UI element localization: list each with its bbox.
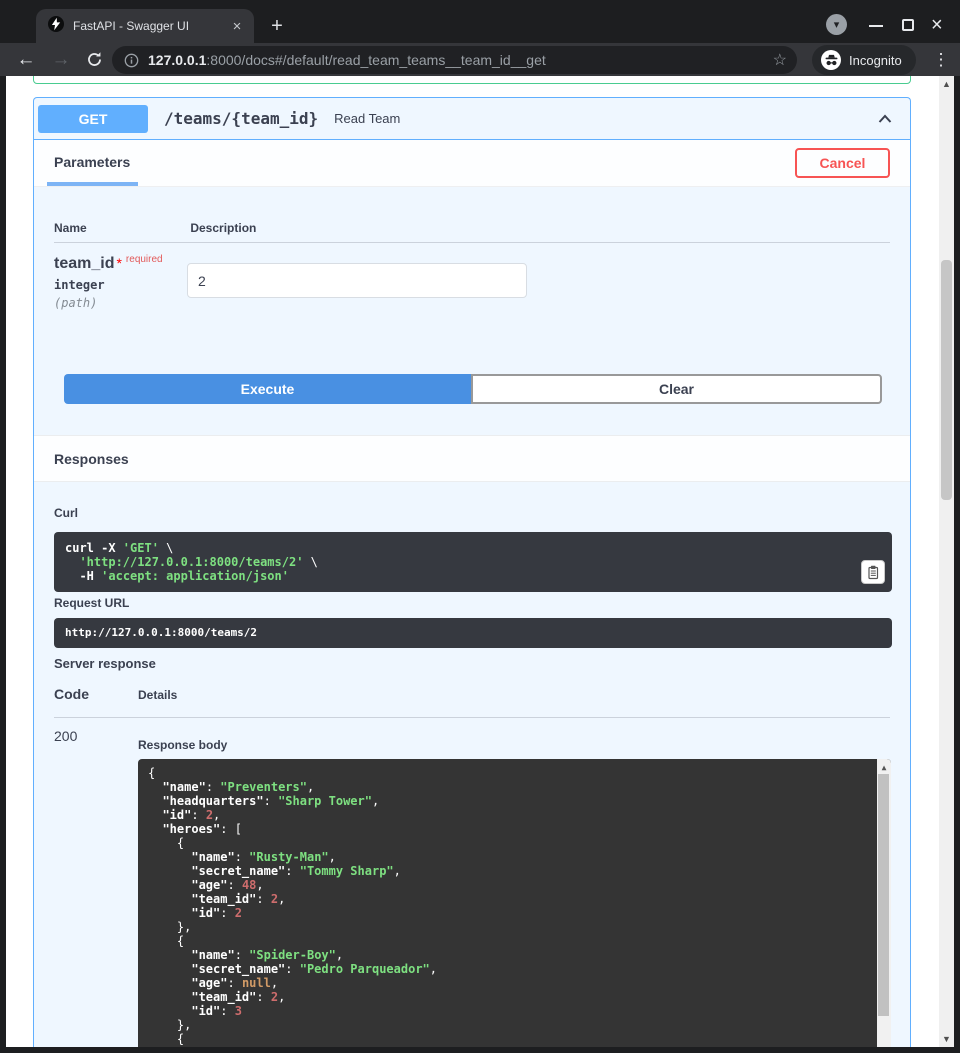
- tab-strip: FastAPI - Swagger UI × + ▾ ×: [0, 0, 960, 43]
- response-scrollbar-thumb[interactable]: [878, 774, 889, 1016]
- site-info-icon[interactable]: [124, 53, 139, 68]
- collapse-chevron-icon[interactable]: [874, 108, 896, 130]
- copy-to-clipboard-button[interactable]: [861, 560, 885, 584]
- http-method-badge: GET: [38, 105, 148, 133]
- fastapi-favicon-icon: [48, 16, 64, 37]
- browser-window: FastAPI - Swagger UI × + ▾ × ← → 127.0.0…: [0, 0, 960, 1053]
- status-code: 200: [54, 728, 77, 744]
- minimize-button[interactable]: [869, 25, 883, 27]
- parameter-name-cell: team_id* required integer (path): [54, 254, 184, 310]
- page-scroll-down-icon[interactable]: ▼: [939, 1034, 954, 1044]
- required-label: required: [126, 254, 163, 265]
- execute-row: Execute Clear: [64, 374, 882, 404]
- url-host: 127.0.0.1: [148, 52, 206, 68]
- curl-command-block: curl -X 'GET' \ 'http://127.0.0.1:8000/t…: [54, 532, 892, 592]
- page-scroll-up-icon[interactable]: ▲: [939, 79, 954, 89]
- parameters-table-header: Name Description: [54, 221, 890, 243]
- maximize-button[interactable]: [902, 19, 914, 31]
- response-body-scrollbar[interactable]: ▲: [877, 759, 891, 1047]
- address-bar[interactable]: 127.0.0.1:8000/docs#/default/read_team_t…: [112, 46, 797, 74]
- cancel-button[interactable]: Cancel: [795, 148, 890, 178]
- operation-summary-text: Read Team: [334, 111, 400, 126]
- incognito-badge: Incognito: [812, 45, 916, 75]
- parameter-name: team_id: [54, 255, 114, 272]
- browser-menu-icon[interactable]: ⋮: [928, 43, 954, 76]
- responses-section-header: Responses: [34, 435, 910, 482]
- required-asterisk: *: [116, 255, 121, 271]
- code-column-header: Code: [54, 686, 89, 702]
- team-id-input[interactable]: [187, 263, 527, 298]
- tab-title: FastAPI - Swagger UI: [73, 19, 219, 33]
- execute-button[interactable]: Execute: [64, 374, 471, 404]
- clear-button[interactable]: Clear: [471, 374, 882, 404]
- response-table-divider: [54, 717, 890, 718]
- parameters-tab-label: Parameters: [54, 154, 130, 170]
- reload-button[interactable]: [78, 43, 110, 76]
- responses-title: Responses: [54, 451, 129, 467]
- response-body-block: { "name": "Preventers", "headquarters": …: [138, 759, 891, 1047]
- name-column-header: Name: [54, 221, 187, 235]
- browser-tab[interactable]: FastAPI - Swagger UI ×: [36, 9, 254, 43]
- chrome-profile-chevron-icon[interactable]: ▾: [826, 14, 847, 35]
- active-tab-underline: [47, 182, 138, 186]
- request-url-label: Request URL: [54, 596, 129, 610]
- page-scrollbar[interactable]: ▲ ▼: [939, 76, 954, 1047]
- previous-operation-block-edge: [33, 76, 911, 84]
- scrollbar-up-icon[interactable]: ▲: [877, 761, 891, 775]
- parameter-type: integer: [54, 278, 184, 292]
- parameter-location: (path): [54, 296, 184, 310]
- back-button[interactable]: ←: [10, 43, 42, 76]
- tab-close-icon[interactable]: ×: [228, 17, 246, 35]
- get-operation-block: GET /teams/{team_id} Read Team Parameter…: [33, 97, 911, 1047]
- incognito-icon: [821, 50, 841, 70]
- forward-button[interactable]: →: [45, 43, 77, 76]
- server-response-label: Server response: [54, 656, 156, 671]
- window-close-button[interactable]: ×: [931, 12, 943, 38]
- response-body-label: Response body: [138, 738, 227, 752]
- page-scrollbar-thumb[interactable]: [941, 260, 952, 500]
- response-json: { "name": "Preventers", "headquarters": …: [148, 766, 865, 1047]
- request-url-block: http://127.0.0.1:8000/teams/2: [54, 618, 892, 648]
- bookmark-star-icon[interactable]: ☆: [773, 50, 787, 70]
- description-column-header: Description: [190, 221, 256, 235]
- incognito-label: Incognito: [849, 53, 902, 68]
- details-column-header: Details: [138, 688, 177, 702]
- url-path: :8000/docs#/default/read_team_teams__tea…: [206, 52, 545, 68]
- tab-parameters[interactable]: Parameters: [54, 154, 130, 172]
- operation-path: /teams/{team_id}: [164, 109, 318, 128]
- parameters-section-header: Parameters Cancel: [34, 140, 910, 187]
- browser-toolbar: ← → 127.0.0.1:8000/docs#/default/read_te…: [0, 43, 960, 76]
- operation-summary[interactable]: GET /teams/{team_id} Read Team: [34, 98, 910, 140]
- request-url-value: http://127.0.0.1:8000/teams/2: [65, 626, 257, 640]
- new-tab-button[interactable]: +: [264, 13, 290, 39]
- swagger-page: GET /teams/{team_id} Read Team Parameter…: [6, 76, 939, 1047]
- url-text: 127.0.0.1:8000/docs#/default/read_team_t…: [148, 52, 765, 68]
- curl-label: Curl: [54, 506, 78, 520]
